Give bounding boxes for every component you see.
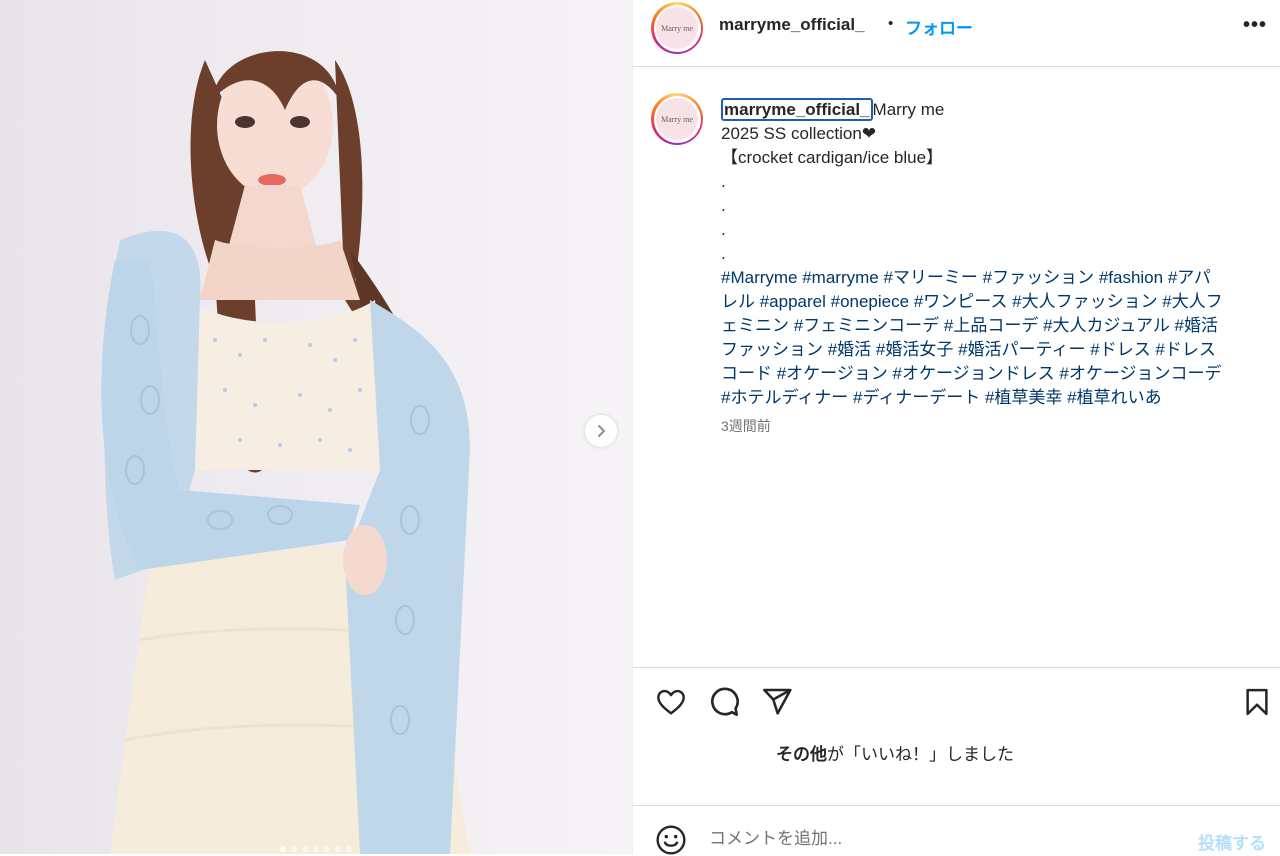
- comment-input[interactable]: [707, 828, 1111, 850]
- caption-line: .: [721, 220, 726, 239]
- post-caption: marryme_official_ Marry me 2025 SS collec…: [721, 98, 1273, 410]
- divider: [633, 667, 1280, 668]
- slide-indicator: [0, 846, 632, 852]
- caption-author-avatar[interactable]: Marry me: [651, 93, 703, 145]
- more-options-icon[interactable]: •••: [1243, 14, 1267, 37]
- hashtag-line[interactable]: ファッション #婚活 #婚活女子 #婚活パーティー #ドレス #ドレス: [721, 338, 1273, 362]
- caption-line: Marry me: [872, 100, 945, 119]
- hashtag-line[interactable]: ェミニン #フェミニンコーデ #上品コーデ #大人カジュアル #婚活: [721, 314, 1273, 338]
- caption-line: 2025 SS collection❤: [721, 124, 877, 143]
- separator-dot: •: [888, 15, 894, 32]
- post-header: Marry me marryme_official_ • フォロー •••: [633, 0, 1280, 67]
- caption-avatar-logo: Marry me: [656, 98, 698, 140]
- hashtag-block[interactable]: #Marryme #marryme #マリーミー #ファッション #fashio…: [721, 266, 1273, 410]
- author-username[interactable]: marryme_official_: [719, 15, 865, 35]
- likes-summary: その他が「いいね！」しました: [776, 740, 1014, 765]
- hashtag-line[interactable]: #ホテルディナー #ディナーデート #植草美幸 #植草れいあ: [721, 386, 1273, 410]
- slide-dot: [346, 846, 352, 852]
- caption-line: .: [721, 196, 726, 215]
- slide-dot: [302, 846, 308, 852]
- comment-bar: 投稿する: [633, 820, 1280, 856]
- post-media[interactable]: [0, 0, 632, 854]
- hashtag-line[interactable]: #Marryme #marryme #マリーミー #ファッション #fashio…: [721, 266, 1273, 290]
- slide-dot: [324, 846, 330, 852]
- caption-line: .: [721, 172, 726, 191]
- caption-username[interactable]: marryme_official_: [721, 98, 873, 121]
- action-bar: [633, 686, 1280, 720]
- emoji-icon[interactable]: [655, 824, 687, 856]
- slide-dot: [280, 846, 286, 852]
- author-avatar[interactable]: Marry me: [651, 2, 703, 54]
- post-details-panel: Marry me marryme_official_ • フォロー ••• Ma…: [632, 0, 1280, 856]
- divider: [633, 805, 1280, 806]
- bookmark-icon[interactable]: [1242, 686, 1272, 718]
- heart-icon[interactable]: [655, 686, 687, 718]
- post-time[interactable]: 3週間前: [721, 416, 771, 436]
- chevron-right-icon: [598, 425, 606, 437]
- likes-text: が「いいね！」しました: [827, 745, 1014, 764]
- hashtag-line[interactable]: コード #オケージョン #オケージョンドレス #オケージョンコーデ: [721, 362, 1273, 386]
- slide-dot: [291, 846, 297, 852]
- post-photo: [101, 51, 470, 854]
- caption-line: 【crocket cardigan/ice blue】: [721, 148, 944, 167]
- share-icon[interactable]: [761, 686, 793, 718]
- post-comment-button[interactable]: 投稿する: [1198, 829, 1266, 854]
- avatar-logo: Marry me: [656, 7, 698, 49]
- slide-dot: [313, 846, 319, 852]
- comment-icon[interactable]: [708, 686, 740, 718]
- caption-line: .: [721, 244, 726, 263]
- hashtag-line[interactable]: レル #apparel #onepiece #ワンピース #大人ファッション #…: [721, 290, 1273, 314]
- follow-button[interactable]: フォロー: [905, 14, 973, 39]
- likes-others-link[interactable]: その他: [776, 745, 827, 764]
- next-slide-button[interactable]: [585, 415, 617, 447]
- slide-dot: [335, 846, 341, 852]
